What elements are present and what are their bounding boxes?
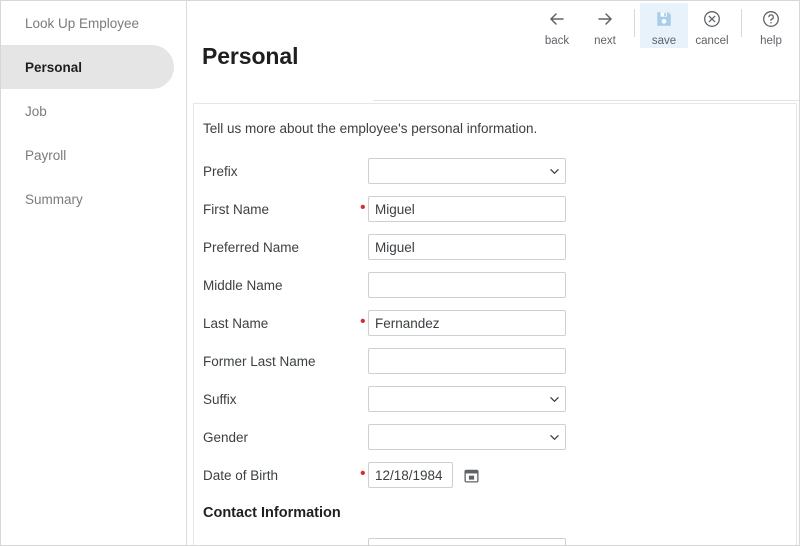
field-row-former-last-name: Former Last Name [203,342,796,380]
preferred-name-input[interactable] [368,234,566,260]
field-row-country: Country Mexico [203,532,796,545]
middle-name-control [368,272,566,298]
sidebar-item-job[interactable]: Job [1,89,186,133]
field-row-date-of-birth: Date of Birth • [203,456,796,494]
toolbar-separator [741,9,742,37]
gender-select[interactable] [368,424,566,450]
close-circle-icon [702,8,722,30]
field-label: Gender [203,429,249,445]
field-label: Date of Birth [203,467,279,483]
back-label: back [544,35,570,47]
field-label: Middle Name [203,277,283,293]
gender-control [368,424,566,450]
field-row-gender: Gender [203,418,796,456]
preferred-name-control [368,234,566,260]
personal-form: Prefix First Name • Miguel Preferred Nam… [203,152,796,545]
save-button[interactable]: save [640,3,688,48]
field-label: Prefix [203,163,238,179]
field-label: Last Name [203,315,269,331]
toolbar-actions: back next save cancel help [533,3,795,48]
sidebar-item-payroll[interactable]: Payroll [1,133,186,177]
field-label: First Name [203,201,270,217]
prefix-control [368,158,566,184]
sidebar-item-label: Look Up Employee [25,15,140,31]
field-row-preferred-name: Preferred Name [203,228,796,266]
last-name-input[interactable] [368,310,566,336]
sidebar-item-summary[interactable]: Summary [1,177,186,221]
help-label: help [760,35,782,47]
field-row-first-name: First Name • [203,190,796,228]
cancel-button[interactable]: cancel [688,3,736,48]
arrow-right-icon [595,8,615,30]
middle-name-input[interactable] [368,272,566,298]
next-label: next [594,35,616,47]
sidebar-item-label: Summary [25,191,83,207]
cancel-label: cancel [695,35,729,47]
prefix-select[interactable] [368,158,566,184]
country-select[interactable]: Mexico [368,538,566,545]
sidebar-item-look-up-employee[interactable]: Look Up Employee [1,1,186,45]
sidebar-item-personal[interactable]: Personal [1,45,174,89]
former-last-name-control [368,348,566,374]
next-button[interactable]: next [581,3,629,48]
calendar-icon[interactable] [464,468,479,483]
page-title: Personal [202,43,299,69]
suffix-control [368,386,566,412]
former-last-name-input[interactable] [368,348,566,374]
field-row-prefix: Prefix [203,152,796,190]
contact-information-heading: Contact Information [203,505,341,521]
field-row-last-name: Last Name • [203,304,796,342]
sidebar-item-label: Payroll [25,147,67,163]
last-name-control [368,310,566,336]
save-label: save [651,35,677,47]
field-label: Former Last Name [203,353,316,369]
field-label: Suffix [203,391,237,407]
field-row-middle-name: Middle Name [203,266,796,304]
toolbar-separator [634,9,635,37]
country-control: Mexico [368,538,566,545]
arrow-left-icon [547,8,567,30]
floppy-disk-save-icon [655,8,673,30]
form-card: Tell us more about the employee's person… [193,103,797,545]
question-circle-help-icon [761,8,781,30]
suffix-select[interactable] [368,386,566,412]
first-name-control [368,196,566,222]
sidebar-item-label: Personal [25,59,83,75]
form-intro-text: Tell us more about the employee's person… [203,121,538,136]
field-row-suffix: Suffix [203,380,796,418]
help-button[interactable]: help [747,3,795,48]
field-label: Preferred Name [203,239,300,255]
date-of-birth-input[interactable] [368,462,453,488]
toolbar: back next save cancel help [373,1,799,101]
date-of-birth-control [368,462,479,488]
sidebar-item-label: Job [25,103,47,119]
sidebar: Look Up Employee Personal Job Payroll Su… [1,1,187,545]
employee-wizard-window: Look Up Employee Personal Job Payroll Su… [0,0,800,546]
back-button[interactable]: back [533,3,581,48]
main-content: back next save cancel help Personal Tell… [187,1,799,545]
first-name-input[interactable] [368,196,566,222]
